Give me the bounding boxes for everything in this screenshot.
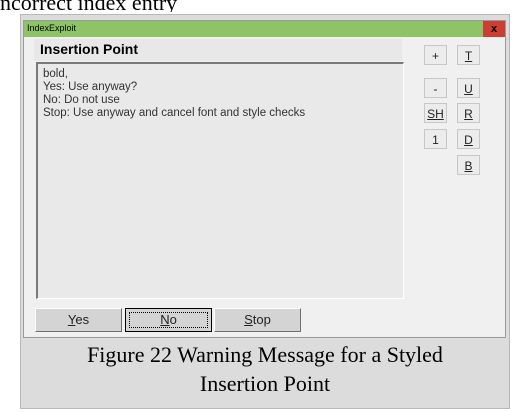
no-mnemonic: N [160, 312, 170, 327]
increase-button[interactable]: + [424, 45, 447, 65]
message-line: Yes: Use anyway? [43, 81, 138, 93]
window-title: IndexExploit [27, 23, 77, 33]
figure-caption: Figure 22 Warning Message for a Styled I… [20, 340, 510, 398]
page-heading: ncorrect index entry [0, 0, 240, 12]
yes-button[interactable]: Yes [35, 308, 122, 332]
caption-line-1: Figure 22 Warning Message for a Styled [87, 342, 443, 367]
message-line: bold, [43, 68, 68, 80]
no-label: o [169, 312, 177, 327]
message-line: No: Do not use [43, 94, 120, 106]
stop-label: top [252, 312, 271, 327]
no-button[interactable]: No [125, 308, 212, 332]
yes-label: es [75, 312, 90, 327]
title-bar[interactable]: IndexExploit x [24, 21, 505, 37]
message-box[interactable]: bold, Yes: Use anyway? No: Do not use St… [36, 62, 404, 299]
dialog-window: IndexExploit x Insertion Point bold, Yes… [23, 20, 506, 338]
sh-button[interactable]: SH [424, 103, 447, 123]
dialog-heading: Insertion Point [40, 41, 138, 57]
stop-button[interactable]: Stop [214, 308, 301, 332]
stop-mnemonic: S [244, 312, 253, 327]
r-button[interactable]: R [457, 103, 480, 123]
t-button[interactable]: T [457, 45, 480, 65]
d-button[interactable]: D [457, 129, 480, 149]
decrease-button[interactable]: - [424, 78, 447, 98]
message-line: Stop: Use anyway and cancel font and sty… [43, 107, 306, 119]
caption-line-2: Insertion Point [199, 371, 331, 396]
one-button[interactable]: 1 [424, 129, 447, 149]
close-button[interactable]: x [483, 21, 505, 37]
b-button[interactable]: B [457, 155, 480, 175]
u-button[interactable]: U [457, 78, 480, 98]
